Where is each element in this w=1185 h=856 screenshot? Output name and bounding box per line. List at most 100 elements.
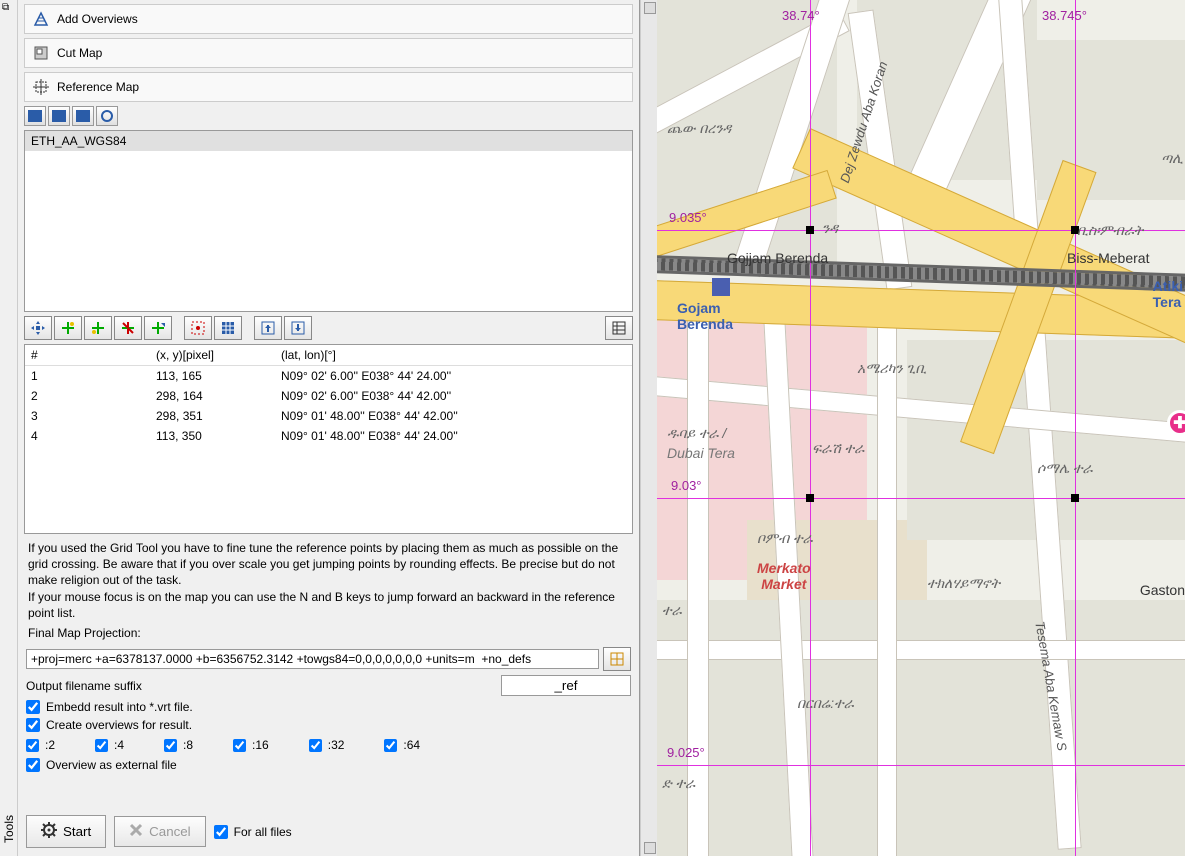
projection-wizard-button[interactable] xyxy=(603,647,631,671)
add-point-2-button[interactable] xyxy=(84,316,112,340)
tools-tab-label[interactable]: Tools xyxy=(2,815,16,843)
suffix-input[interactable] xyxy=(501,675,631,696)
load-button[interactable] xyxy=(254,316,282,340)
label-dubai: Dubai Tera xyxy=(667,445,735,461)
close-icon xyxy=(129,823,143,840)
cancel-button[interactable]: Cancel xyxy=(114,816,206,847)
vertical-scrollbar[interactable] xyxy=(640,0,657,856)
ovext-checkbox-row[interactable]: Overview as external file xyxy=(20,756,637,774)
reference-icon xyxy=(33,79,49,95)
proj-label: Final Map Projection: xyxy=(28,625,629,641)
ref-marker-3[interactable] xyxy=(1071,494,1079,502)
embed-checkbox-row[interactable]: Embedd result into *.vrt file. xyxy=(20,698,637,716)
grid-hline-3 xyxy=(657,765,1185,766)
grid-select-button[interactable] xyxy=(184,316,212,340)
col-xy: (x, y)[pixel] xyxy=(156,348,281,362)
gear-icon xyxy=(41,822,57,841)
grid-pattern-button[interactable] xyxy=(214,316,242,340)
ref-marker-1[interactable] xyxy=(806,226,814,234)
table-header: # (x, y)[pixel] (lat, lon)[°] xyxy=(25,345,632,366)
label-amh-bis: ቢስ፡ምብራት xyxy=(1077,222,1143,239)
createov-checkbox[interactable] xyxy=(26,718,40,732)
left-panel: Add Overviews Cut Map Reference Map ETH_… xyxy=(18,0,640,856)
file-list[interactable]: ETH_AA_WGS84 xyxy=(24,130,633,312)
cut-icon xyxy=(33,45,49,61)
mini-btn-3[interactable] xyxy=(72,106,94,126)
label-amh-nd: ንዳ xyxy=(822,220,838,237)
label-merkato: Merkato Market xyxy=(757,560,811,592)
ov-2[interactable]: :2 xyxy=(26,738,55,752)
bottom-bar: Start Cancel For all files xyxy=(20,809,637,854)
projection-input[interactable] xyxy=(26,649,599,669)
grid-lon-2: 38.745° xyxy=(1042,8,1087,23)
add-point-button[interactable] xyxy=(54,316,82,340)
cut-map-label: Cut Map xyxy=(57,46,102,60)
label-amh-somale: ሶማሌ ተራ xyxy=(1037,460,1093,477)
remove-point-button[interactable] xyxy=(114,316,142,340)
label-amh-chew: ጨው በረንዳ xyxy=(667,120,731,137)
cancel-label: Cancel xyxy=(149,824,191,839)
for-all-row[interactable]: For all files xyxy=(214,825,292,839)
grid-vline-2 xyxy=(1075,0,1076,856)
suffix-label: Output filename suffix xyxy=(26,679,142,693)
ov-32[interactable]: :32 xyxy=(309,738,345,752)
save-button[interactable] xyxy=(284,316,312,340)
undock-icon[interactable]: ⧉ xyxy=(2,2,14,14)
reference-map-label: Reference Map xyxy=(57,80,139,94)
label-amh-dubai: ዱባይ ተራ / xyxy=(667,425,726,442)
table-row[interactable]: 2 298, 164 N09° 02' 6.00'' E038° 44' 42.… xyxy=(25,386,632,406)
col-num: # xyxy=(31,348,156,362)
mini-btn-1[interactable] xyxy=(24,106,46,126)
move-point-button[interactable] xyxy=(24,316,52,340)
map-view[interactable]: ✚ 38.74° 38.745° 9.035° 9.03° 9.025° Goj… xyxy=(657,0,1185,856)
instructions: If you used the Grid Tool you have to fi… xyxy=(20,536,637,645)
label-amh-american: አሜሪካን ጊቢ xyxy=(857,360,926,377)
label-gojam-area: Gojam Berenda xyxy=(677,300,733,332)
label-amh-d: ድ ተራ xyxy=(662,775,695,792)
createov-checkbox-row[interactable]: Create overviews for result. xyxy=(20,716,637,734)
embed-label: Embedd result into *.vrt file. xyxy=(46,700,193,714)
reference-map-button[interactable]: Reference Map xyxy=(24,72,633,102)
embed-checkbox[interactable] xyxy=(26,700,40,714)
ref-marker-4[interactable] xyxy=(806,494,814,502)
label-biss: Biss-Meberat xyxy=(1067,250,1149,266)
label-amh-tekle: ተክለሃይማኖት xyxy=(927,575,1000,592)
add-overviews-button[interactable]: Add Overviews xyxy=(24,4,633,34)
reference-point-table[interactable]: # (x, y)[pixel] (lat, lon)[°] 1 113, 165… xyxy=(24,344,633,534)
label-atik: Atiki Tera xyxy=(1153,278,1183,310)
grid-hline-2 xyxy=(657,498,1185,499)
ov-8[interactable]: :8 xyxy=(164,738,193,752)
mini-btn-4[interactable] xyxy=(96,106,118,126)
for-all-checkbox[interactable] xyxy=(214,825,228,839)
ov-4[interactable]: :4 xyxy=(95,738,124,752)
mini-btn-2[interactable] xyxy=(48,106,70,126)
grid-lat-3: 9.025° xyxy=(667,745,705,760)
label-gaston: Gaston xyxy=(1140,582,1185,598)
label-amh-berbere: በርበሬ:ተራ xyxy=(797,695,854,712)
overview-levels: :2 :4 :8 :16 :32 :64 xyxy=(20,734,637,756)
table-row[interactable]: 3 298, 351 N09° 01' 48.00'' E038° 44' 42… xyxy=(25,406,632,426)
ov-64[interactable]: :64 xyxy=(384,738,420,752)
table-row[interactable]: 1 113, 165 N09° 02' 6.00'' E038° 44' 24.… xyxy=(25,366,632,386)
label-amh-tera: ተራ xyxy=(662,602,682,619)
table-view-button[interactable] xyxy=(605,316,633,340)
add-overviews-label: Add Overviews xyxy=(57,12,138,26)
instruction-p1: If you used the Grid Tool you have to fi… xyxy=(28,540,629,589)
move-point-2-button[interactable] xyxy=(144,316,172,340)
for-all-label: For all files xyxy=(234,825,292,839)
createov-label: Create overviews for result. xyxy=(46,718,192,732)
ovext-checkbox[interactable] xyxy=(26,758,40,772)
cut-map-button[interactable]: Cut Map xyxy=(24,38,633,68)
grid-lon-1: 38.74° xyxy=(782,8,820,23)
start-label: Start xyxy=(63,824,91,839)
grid-lat-1: 9.035° xyxy=(669,210,707,225)
instruction-p2: If your mouse focus is on the map you ca… xyxy=(28,589,629,621)
ov-16[interactable]: :16 xyxy=(233,738,269,752)
file-item[interactable]: ETH_AA_WGS84 xyxy=(25,131,632,151)
label-gojjam-road: Gojjam Berenda xyxy=(727,250,828,266)
start-button[interactable]: Start xyxy=(26,815,106,848)
label-amh-talyan: ጣሊ xyxy=(1161,150,1183,167)
table-row[interactable]: 4 113, 350 N09° 01' 48.00'' E038° 44' 24… xyxy=(25,426,632,446)
grid-vline-1 xyxy=(810,0,811,856)
ovext-label: Overview as external file xyxy=(46,758,177,772)
